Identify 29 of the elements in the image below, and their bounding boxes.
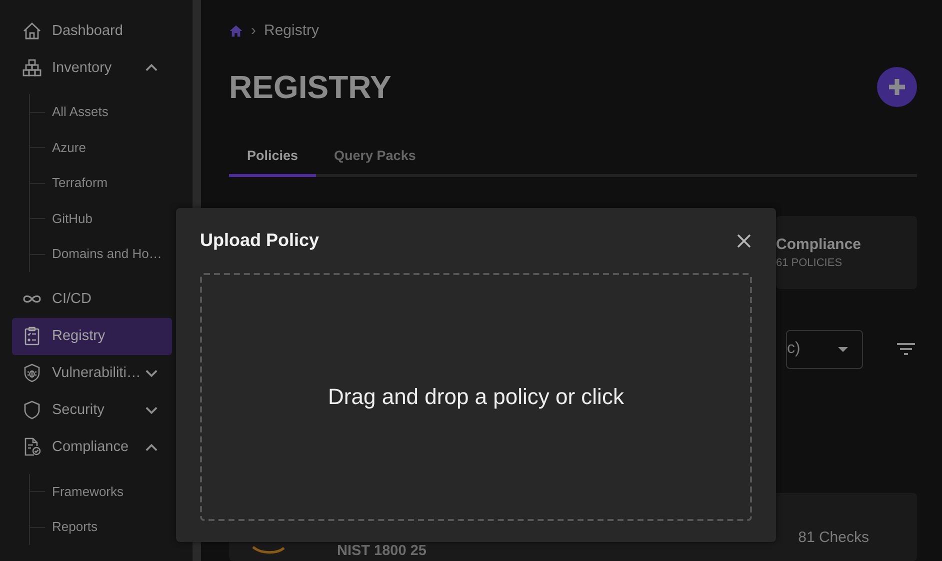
sidebar-subitem[interactable]: Frameworks bbox=[30, 474, 192, 509]
sidebar-item[interactable]: Security bbox=[12, 392, 172, 428]
sidebar-item[interactable]: Inventory bbox=[12, 49, 172, 86]
sidebar-item[interactable]: CI/CD bbox=[12, 280, 172, 318]
dialog-title: Upload Policy bbox=[200, 230, 320, 251]
checks-count: 81 Checks bbox=[798, 528, 870, 546]
breadcrumb-current: Registry bbox=[264, 22, 320, 40]
sidebar-item[interactable]: Dashboard bbox=[12, 12, 172, 49]
sidebar-subitem[interactable]: GitHub bbox=[30, 200, 192, 236]
breadcrumb-separator: › bbox=[251, 22, 256, 40]
page-title: REGISTRY bbox=[229, 68, 392, 106]
sidebar-subitem[interactable]: Domains and Ho… bbox=[30, 236, 192, 272]
sort-dropdown[interactable]: c) bbox=[786, 330, 863, 369]
sidebar-item[interactable]: Vulnerabiliti… bbox=[12, 354, 172, 392]
sidebar-item[interactable]: Registry bbox=[12, 318, 172, 354]
card-subtitle: 61 POLICIES bbox=[776, 256, 844, 269]
summary-card[interactable]: Compliance 61 POLICIES bbox=[776, 216, 917, 289]
sidebar-subitem[interactable]: Reports bbox=[30, 509, 192, 544]
sidebar-subitem[interactable]: Terraform bbox=[30, 165, 192, 200]
tab[interactable]: Query Packs bbox=[316, 136, 434, 177]
drop-zone[interactable]: Drag and drop a policy or click bbox=[200, 273, 752, 521]
policy-name: NIST 1800 25 bbox=[337, 542, 426, 559]
card-title: Compliance bbox=[776, 236, 862, 253]
sidebar-item[interactable]: Compliance bbox=[12, 428, 172, 466]
tab[interactable]: Policies bbox=[229, 136, 316, 177]
drop-zone-text: Drag and drop a policy or click bbox=[328, 384, 624, 410]
sidebar-subitem[interactable]: All Assets bbox=[30, 94, 192, 130]
dropdown-value: c) bbox=[787, 340, 800, 358]
sidebar-subitem[interactable]: Azure bbox=[30, 130, 192, 165]
